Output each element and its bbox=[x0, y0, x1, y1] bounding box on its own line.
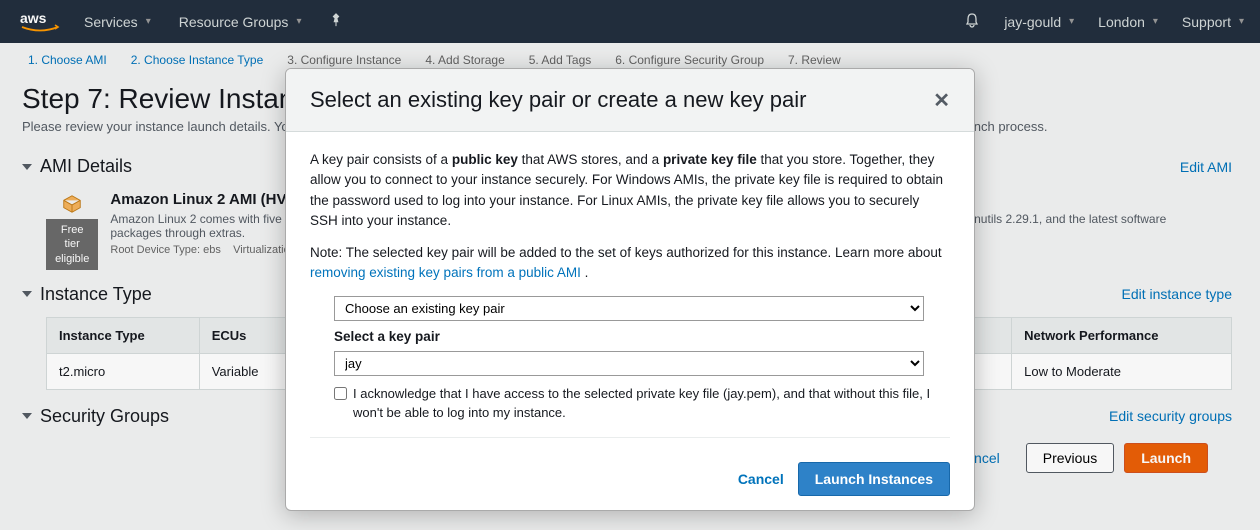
modal-launch-instances-button[interactable]: Launch Instances bbox=[798, 462, 950, 496]
keypair-name-select[interactable]: jay bbox=[334, 351, 924, 376]
acknowledge-checkbox[interactable] bbox=[334, 387, 347, 400]
select-keypair-label: Select a key pair bbox=[334, 327, 950, 347]
modal-divider bbox=[310, 437, 950, 438]
modal-paragraph-2: Note: The selected key pair will be adde… bbox=[310, 243, 950, 284]
acknowledgement-row: I acknowledge that I have access to the … bbox=[334, 384, 950, 423]
modal-paragraph-1: A key pair consists of a public key that… bbox=[310, 150, 950, 231]
acknowledge-text: I acknowledge that I have access to the … bbox=[353, 384, 950, 423]
modal-overlay: Select an existing key pair or create a … bbox=[0, 0, 1260, 530]
key-pair-modal: Select an existing key pair or create a … bbox=[285, 68, 975, 511]
close-icon[interactable]: ✕ bbox=[933, 88, 950, 113]
remove-keypairs-link[interactable]: removing existing key pairs from a publi… bbox=[310, 265, 581, 280]
modal-title: Select an existing key pair or create a … bbox=[310, 87, 806, 113]
modal-cancel-button[interactable]: Cancel bbox=[738, 471, 784, 487]
keypair-action-select[interactable]: Choose an existing key pair bbox=[334, 296, 924, 321]
